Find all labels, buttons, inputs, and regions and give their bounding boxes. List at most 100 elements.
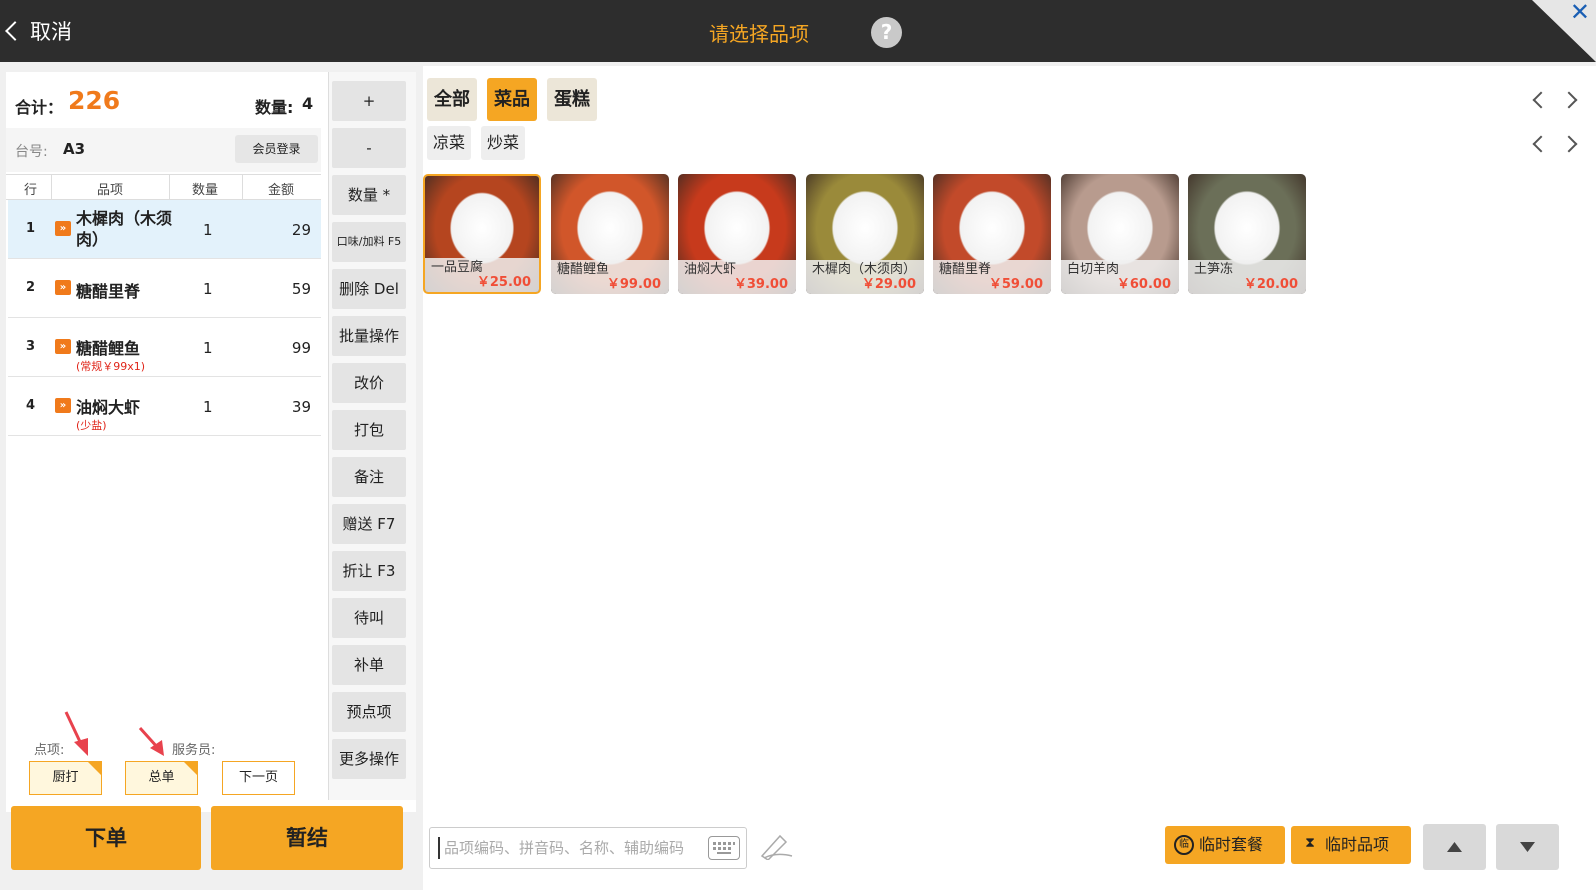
dish-card[interactable]: 油焖大虾 ￥39.00 bbox=[678, 174, 796, 294]
op-minus-button[interactable]: - bbox=[332, 128, 406, 168]
dish-price: ￥29.00 bbox=[861, 277, 916, 292]
dish-price: ￥39.00 bbox=[733, 277, 788, 292]
scroll-up-button[interactable] bbox=[1423, 824, 1486, 870]
quantity-label: 数量: bbox=[255, 98, 294, 117]
member-login-button[interactable]: 会员登录 bbox=[235, 135, 318, 163]
order-item-label: 点项: bbox=[34, 743, 65, 758]
search-box[interactable] bbox=[429, 827, 747, 869]
op-quantity-button[interactable]: 数量 * bbox=[332, 175, 406, 215]
dish-card[interactable]: 糖醋鲤鱼 ￥99.00 bbox=[551, 174, 669, 294]
column-divider bbox=[242, 175, 243, 199]
dish-name: 糖醋里脊 bbox=[939, 262, 992, 277]
annotation-arrow-icon bbox=[64, 711, 88, 756]
table-label: 台号: bbox=[15, 144, 48, 160]
order-row[interactable]: 4 » 油焖大虾 (少盐) 1 39 bbox=[8, 377, 321, 436]
cancel-button[interactable]: 取消 bbox=[0, 14, 72, 48]
op-gift-button[interactable]: 赠送 F7 bbox=[332, 504, 406, 544]
annotation-arrow-icon bbox=[138, 726, 164, 756]
category-next-icon[interactable] bbox=[1560, 91, 1578, 109]
dish-card[interactable]: 木樨肉（木须肉） ￥29.00 bbox=[806, 174, 924, 294]
menu-panel: 全部 菜品 蛋糕 凉菜 炒菜 一品豆腐 ￥25.00 糖醋鲤鱼 ￥99.00 油焖大虾 ￥… bbox=[423, 66, 1596, 890]
scroll-down-button[interactable] bbox=[1496, 824, 1559, 870]
dish-card[interactable]: 一品豆腐 ￥25.00 bbox=[423, 174, 541, 294]
temp-item-button[interactable]: ⧗ 临时品项 bbox=[1291, 826, 1411, 864]
item-quantity: 1 bbox=[203, 280, 213, 298]
op-change-price-button[interactable]: 改价 bbox=[332, 363, 406, 403]
hold-order-button[interactable]: 暂结 bbox=[211, 806, 403, 870]
dish-name: 白切羊肉 bbox=[1067, 262, 1120, 277]
order-row[interactable]: 2 » 糖醋里脊 1 59 bbox=[8, 259, 321, 318]
op-plus-button[interactable]: + bbox=[332, 81, 406, 121]
quantity-value: 4 bbox=[302, 94, 314, 113]
item-amount: 29 bbox=[291, 221, 311, 239]
column-header: 行 bbox=[24, 183, 38, 198]
op-pack-button[interactable]: 打包 bbox=[332, 410, 406, 450]
dish-card[interactable]: 土笋冻 ￥20.00 bbox=[1188, 174, 1306, 294]
op-delete-button[interactable]: 删除 Del bbox=[332, 269, 406, 309]
triangle-up-icon bbox=[1447, 842, 1462, 852]
dish-price: ￥59.00 bbox=[988, 277, 1043, 292]
temp-set-meal-label: 临时套餐 bbox=[1199, 835, 1264, 854]
total-label: 合计： bbox=[15, 98, 64, 117]
category-cake-tab[interactable]: 蛋糕 bbox=[547, 78, 597, 121]
cancel-label: 取消 bbox=[30, 20, 72, 44]
triangle-down-icon bbox=[1520, 842, 1535, 852]
op-flavor-button[interactable]: 口味/加料 F5 bbox=[332, 222, 406, 262]
handwriting-icon[interactable] bbox=[758, 832, 794, 860]
dish-price: ￥60.00 bbox=[1116, 277, 1171, 292]
op-remark-button[interactable]: 备注 bbox=[332, 457, 406, 497]
column-header: 金额 bbox=[268, 183, 295, 198]
category-all-tab[interactable]: 全部 bbox=[427, 78, 477, 121]
op-supplement-button[interactable]: 补单 bbox=[332, 645, 406, 685]
item-note: (常规￥99x1) bbox=[76, 360, 146, 373]
waiter-label: 服务员: bbox=[172, 743, 216, 758]
next-page-button[interactable]: 下一页 bbox=[222, 761, 295, 795]
op-more-button[interactable]: 更多操作 bbox=[332, 739, 406, 779]
row-index: 3 bbox=[26, 339, 36, 354]
kitchen-print-toggle[interactable]: 厨打 bbox=[29, 761, 102, 795]
item-quantity: 1 bbox=[203, 221, 213, 239]
row-index: 2 bbox=[26, 280, 36, 295]
keyboard-icon[interactable] bbox=[708, 836, 740, 860]
item-amount: 59 bbox=[291, 280, 311, 298]
total-print-label: 总单 bbox=[148, 770, 175, 785]
chevron-left-icon bbox=[5, 21, 25, 41]
order-row[interactable]: 1 » 木樨肉（木须肉） 1 29 bbox=[8, 200, 321, 259]
check-corner-icon bbox=[184, 762, 197, 775]
item-quantity: 1 bbox=[203, 339, 213, 357]
temp-set-meal-button[interactable]: 临 临时套餐 bbox=[1165, 826, 1285, 864]
op-discount-button[interactable]: 折让 F3 bbox=[332, 551, 406, 591]
close-icon[interactable]: ✕ bbox=[1570, 0, 1590, 26]
total-value: 226 bbox=[68, 86, 121, 115]
item-amount: 39 bbox=[291, 398, 311, 416]
close-corner[interactable]: ✕ bbox=[1532, 0, 1596, 62]
dish-card[interactable]: 糖醋里脊 ￥59.00 bbox=[933, 174, 1051, 294]
order-table-header: 行 品项 数量 金额 bbox=[6, 174, 321, 200]
subcategory-prev-icon[interactable] bbox=[1532, 135, 1550, 153]
dish-price: ￥99.00 bbox=[606, 277, 661, 292]
page-title: 请选择品项 bbox=[709, 22, 809, 46]
search-input[interactable] bbox=[438, 837, 708, 859]
op-preorder-button[interactable]: 预点项 bbox=[332, 692, 406, 732]
subcategory-fried-tab[interactable]: 炒菜 bbox=[481, 126, 526, 160]
op-batch-button[interactable]: 批量操作 bbox=[332, 316, 406, 356]
submit-order-button[interactable]: 下单 bbox=[11, 806, 201, 870]
subcategory-next-icon[interactable] bbox=[1560, 135, 1578, 153]
dish-name: 一品豆腐 bbox=[431, 260, 484, 275]
total-print-toggle[interactable]: 总单 bbox=[125, 761, 198, 795]
op-wait-call-button[interactable]: 待叫 bbox=[332, 598, 406, 638]
item-name: 木樨肉（木须肉） bbox=[76, 209, 173, 249]
category-dishes-tab[interactable]: 菜品 bbox=[487, 78, 537, 121]
row-index: 1 bbox=[26, 221, 36, 236]
column-divider bbox=[51, 175, 52, 199]
temp-item-label: 临时品项 bbox=[1325, 835, 1390, 854]
item-tag-icon: » bbox=[55, 398, 71, 413]
order-row[interactable]: 3 » 糖醋鲤鱼 (常规￥99x1) 1 99 bbox=[8, 318, 321, 377]
dish-name: 土笋冻 bbox=[1194, 262, 1234, 277]
help-icon[interactable]: ? bbox=[871, 17, 902, 48]
category-prev-icon[interactable] bbox=[1532, 91, 1550, 109]
subcategory-cold-tab[interactable]: 凉菜 bbox=[427, 126, 472, 160]
dish-name: 油焖大虾 bbox=[684, 262, 737, 277]
dish-card[interactable]: 白切羊肉 ￥60.00 bbox=[1061, 174, 1179, 294]
hourglass-icon: ⧗ bbox=[1305, 835, 1315, 851]
